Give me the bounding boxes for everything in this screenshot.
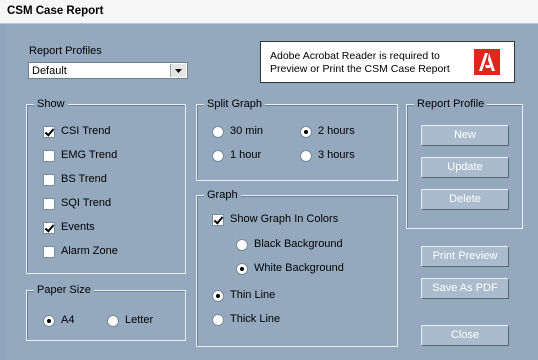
- split-1hour-label: 1 hour: [230, 149, 262, 161]
- title-bar: CSM Case Report: [0, 0, 538, 24]
- report-profiles-value: Default: [32, 65, 67, 77]
- paper-a4-radio[interactable]: [43, 315, 55, 327]
- save-as-pdf-button[interactable]: Save As PDF: [421, 278, 509, 299]
- thick-line-radio[interactable]: [212, 314, 224, 326]
- sqi-trend-checkbox[interactable]: [43, 198, 55, 210]
- white-background-label: White Background: [254, 262, 344, 274]
- csi-trend-label: CSI Trend: [61, 125, 111, 137]
- alarm-zone-checkbox[interactable]: [43, 246, 55, 258]
- thick-line-label: Thick Line: [230, 313, 281, 325]
- emg-trend-label: EMG Trend: [61, 149, 118, 161]
- split-30min-label: 30 min: [230, 125, 264, 137]
- events-checkbox[interactable]: [43, 222, 55, 234]
- split-3hours-label: 3 hours: [318, 149, 355, 161]
- split-3hours-radio[interactable]: [300, 150, 312, 162]
- csi-trend-checkbox[interactable]: [43, 126, 55, 138]
- update-profile-button[interactable]: Update: [421, 157, 509, 178]
- paper-size-legend: Paper Size: [34, 284, 94, 297]
- show-legend: Show: [34, 98, 68, 111]
- print-preview-button[interactable]: Print Preview: [421, 246, 509, 267]
- sqi-trend-label: SQI Trend: [61, 197, 112, 209]
- thin-line-radio[interactable]: [212, 290, 224, 302]
- split-2hours-label: 2 hours: [318, 125, 355, 137]
- bs-trend-label: BS Trend: [61, 173, 107, 185]
- paper-a4-label: A4: [61, 314, 75, 326]
- white-background-radio[interactable]: [236, 263, 248, 275]
- acrobat-notice: Adobe Acrobat Reader is required to Prev…: [260, 41, 515, 83]
- split-2hours-radio[interactable]: [300, 126, 312, 138]
- report-profile-legend: Report Profile: [414, 98, 488, 111]
- emg-trend-checkbox[interactable]: [43, 150, 55, 162]
- split-1hour-radio[interactable]: [212, 150, 224, 162]
- paper-letter-label: Letter: [125, 314, 154, 326]
- split-graph-legend: Split Graph: [204, 98, 266, 111]
- adobe-logo-icon: [474, 49, 500, 75]
- thin-line-label: Thin Line: [230, 289, 276, 301]
- report-profiles-select[interactable]: Default: [28, 62, 188, 79]
- graph-legend: Graph: [204, 189, 241, 202]
- delete-profile-button[interactable]: Delete: [421, 189, 509, 210]
- window-title: CSM Case Report: [7, 5, 104, 17]
- black-background-label: Black Background: [254, 238, 343, 250]
- events-label: Events: [61, 221, 95, 233]
- black-background-radio[interactable]: [236, 239, 248, 251]
- show-colors-checkbox[interactable]: [212, 214, 224, 226]
- new-profile-button[interactable]: New: [421, 125, 509, 146]
- acrobat-notice-line1: Adobe Acrobat Reader is required to: [270, 50, 440, 62]
- alarm-zone-label: Alarm Zone: [61, 245, 118, 257]
- bs-trend-checkbox[interactable]: [43, 174, 55, 186]
- split-30min-radio[interactable]: [212, 126, 224, 138]
- acrobat-notice-line2: Preview or Print the CSM Case Report: [270, 63, 450, 75]
- split-graph-group: Split Graph: [196, 98, 398, 181]
- report-profiles-label: Report Profiles: [29, 45, 102, 57]
- show-colors-label: Show Graph In Colors: [230, 213, 339, 225]
- paper-letter-radio[interactable]: [107, 315, 119, 327]
- chevron-down-icon[interactable]: [170, 64, 186, 77]
- close-button[interactable]: Close: [421, 325, 509, 346]
